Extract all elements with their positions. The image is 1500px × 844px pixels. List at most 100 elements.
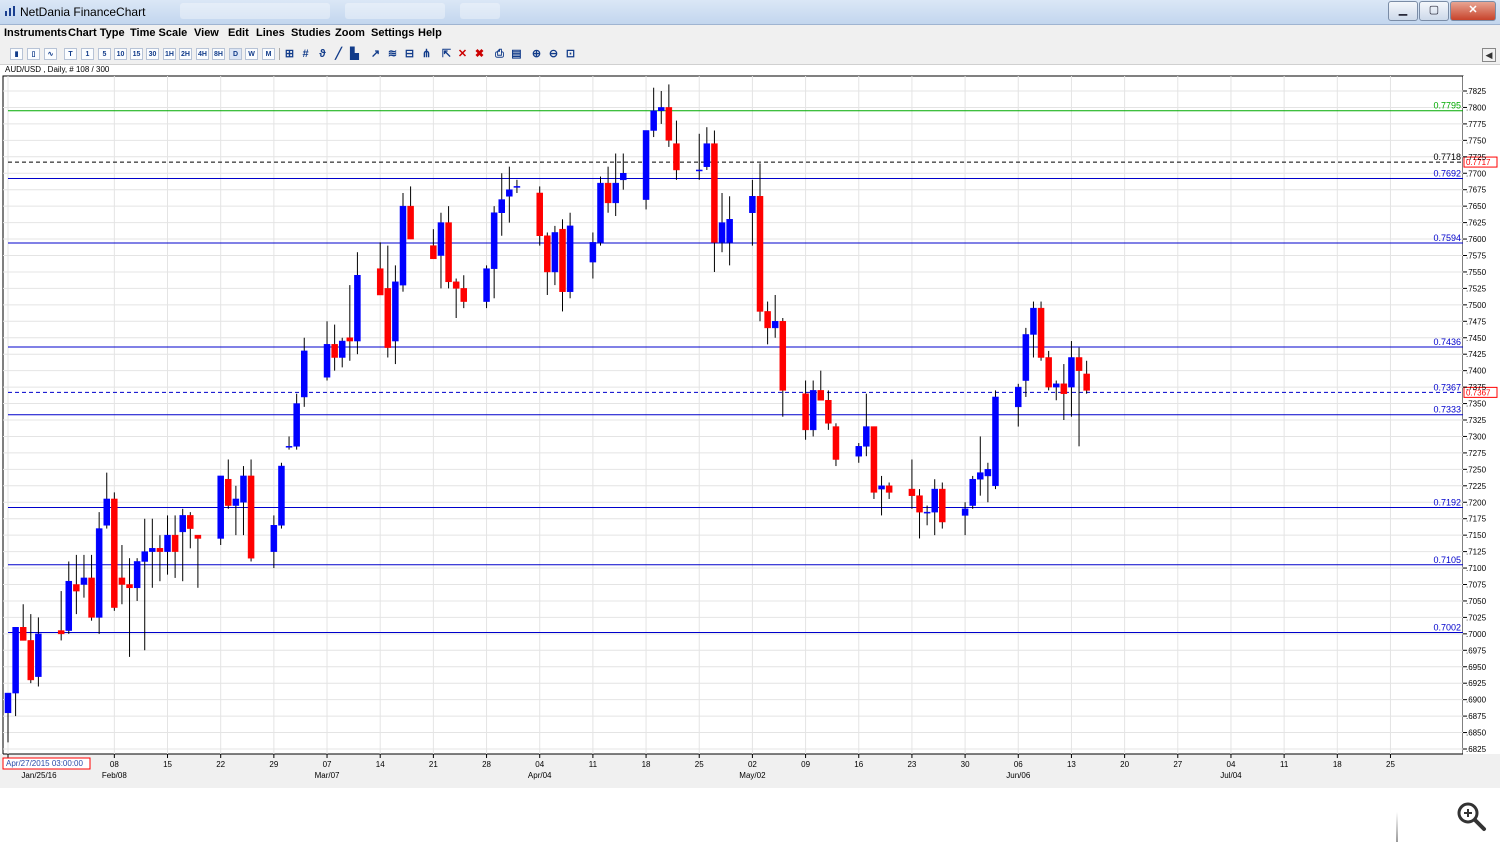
y-tick-label: .7075 xyxy=(1466,581,1487,590)
candlestick-chart[interactable]: 0.7795 0.7692 0.7594 0.7436 0.7333 0.7192 0.71… xyxy=(0,0,1500,790)
candle-body-bearish xyxy=(939,488,946,523)
candle-body-bearish xyxy=(916,495,923,513)
candle-body-bullish xyxy=(164,534,171,552)
y-tick-label: .7400 xyxy=(1466,367,1487,376)
candle-body-bearish xyxy=(1037,307,1045,358)
x-tick-label: 09 xyxy=(801,760,810,769)
magnifier-icon[interactable] xyxy=(1455,800,1487,832)
candle-body-bearish xyxy=(346,337,354,342)
candle-body-bearish xyxy=(118,577,126,585)
candle-body-bullish xyxy=(483,268,490,302)
candle-body-bearish xyxy=(126,584,133,589)
y-tick-label: .7300 xyxy=(1466,432,1487,441)
candle-body-bullish xyxy=(149,548,156,552)
candle-body-bearish xyxy=(802,393,809,431)
candle-body-bullish xyxy=(4,692,12,714)
candle-body-bearish xyxy=(430,245,437,260)
candle-body-bullish xyxy=(1022,334,1030,381)
x-tick-label: 25 xyxy=(1386,760,1395,769)
y-tick-label: .7350 xyxy=(1466,400,1487,409)
y-tick-label: .7750 xyxy=(1466,136,1487,145)
y-tick-label: .7725 xyxy=(1466,153,1487,162)
candle-body-bullish xyxy=(612,182,619,204)
y-tick-label: .7575 xyxy=(1466,252,1487,261)
y-tick-label: .7475 xyxy=(1466,317,1487,326)
candle-body-bullish xyxy=(437,222,445,256)
candle-body-bearish xyxy=(825,400,832,424)
y-tick-label: .7650 xyxy=(1466,202,1487,211)
level-label: 0.7333 xyxy=(1433,405,1461,415)
candle-body-bullish xyxy=(961,508,969,516)
candle-body-bearish xyxy=(331,344,338,358)
candle-body-bullish xyxy=(141,551,148,562)
candle-body-bullish xyxy=(597,182,604,243)
y-tick-label: .7675 xyxy=(1466,186,1487,195)
y-tick-label: .7500 xyxy=(1466,301,1487,310)
candle-body-bullish xyxy=(749,196,756,213)
level-label: 0.7692 xyxy=(1433,169,1461,179)
month-label: Apr/04 xyxy=(528,771,552,780)
candle-body-bullish xyxy=(103,498,110,526)
y-tick-label: .7225 xyxy=(1466,482,1487,491)
candle-body-bearish xyxy=(544,235,551,273)
candle-body-bearish xyxy=(445,222,452,283)
candle-body-bullish xyxy=(293,403,300,447)
y-tick-label: .6900 xyxy=(1466,696,1487,705)
candle-body-bullish xyxy=(513,186,521,188)
y-tick-label: .7800 xyxy=(1466,103,1487,112)
candle-body-bearish xyxy=(764,311,771,329)
level-label: 0.7002 xyxy=(1433,623,1461,633)
candle-body-bullish xyxy=(1052,383,1060,388)
candle-body-bearish xyxy=(711,143,718,243)
candle-body-bullish xyxy=(992,396,999,487)
x-tick-label: 20 xyxy=(1120,760,1129,769)
candle-body-bearish xyxy=(111,498,118,608)
candle-body-bearish xyxy=(171,534,179,552)
candle-body-bullish xyxy=(12,627,19,694)
month-label: Jun/06 xyxy=(1006,771,1031,780)
month-label: Feb/08 xyxy=(102,771,127,780)
scroll-indicator xyxy=(1396,812,1398,842)
candle-body-bearish xyxy=(156,548,164,552)
candle-body-bearish xyxy=(225,478,232,506)
candle-body-bearish xyxy=(73,584,80,592)
candle-body-bearish xyxy=(187,515,194,529)
month-label: Jul/04 xyxy=(1220,771,1242,780)
candle-body-bullish xyxy=(35,633,42,677)
y-tick-label: .7700 xyxy=(1466,169,1487,178)
candle-body-bearish xyxy=(376,268,384,296)
candle-body-bullish xyxy=(771,321,779,329)
candle-body-bullish xyxy=(133,561,141,589)
y-tick-label: .7425 xyxy=(1466,350,1487,359)
dashed-level-label: 0.7367 xyxy=(1433,382,1461,392)
candle-body-bullish xyxy=(95,528,103,618)
x-tick-label: 04 xyxy=(1227,760,1236,769)
candle-body-bullish xyxy=(977,472,984,480)
candle-body-bearish xyxy=(88,577,95,618)
candle-body-bearish xyxy=(194,534,202,539)
y-tick-label: .6950 xyxy=(1466,663,1487,672)
candle-body-bearish xyxy=(1075,357,1083,371)
candle-body-bullish xyxy=(323,344,331,378)
x-tick-label: 18 xyxy=(1333,760,1342,769)
x-tick-label: 27 xyxy=(1173,760,1182,769)
candle-body-bullish xyxy=(338,340,346,358)
x-tick-label: 29 xyxy=(269,760,278,769)
y-tick-label: .7125 xyxy=(1466,548,1487,557)
x-tick-label: 04 xyxy=(535,760,544,769)
candle-body-bearish xyxy=(27,640,35,681)
candle-body-bullish xyxy=(1030,307,1037,335)
level-label: 0.7105 xyxy=(1433,555,1461,565)
y-tick-label: .7050 xyxy=(1466,597,1487,606)
x-tick-label: 21 xyxy=(429,760,438,769)
candle-body-bullish xyxy=(1068,357,1075,388)
y-tick-label: .7275 xyxy=(1466,449,1487,458)
candle-body-bearish xyxy=(673,143,680,171)
x-tick-label: 11 xyxy=(589,760,598,769)
x-tick-label: 07 xyxy=(323,760,332,769)
y-tick-label: .7525 xyxy=(1466,284,1487,293)
candle-body-bullish xyxy=(695,169,703,172)
y-tick-label: .6975 xyxy=(1466,646,1487,655)
x-tick-label: 14 xyxy=(376,760,385,769)
y-tick-label: .7825 xyxy=(1466,87,1487,96)
